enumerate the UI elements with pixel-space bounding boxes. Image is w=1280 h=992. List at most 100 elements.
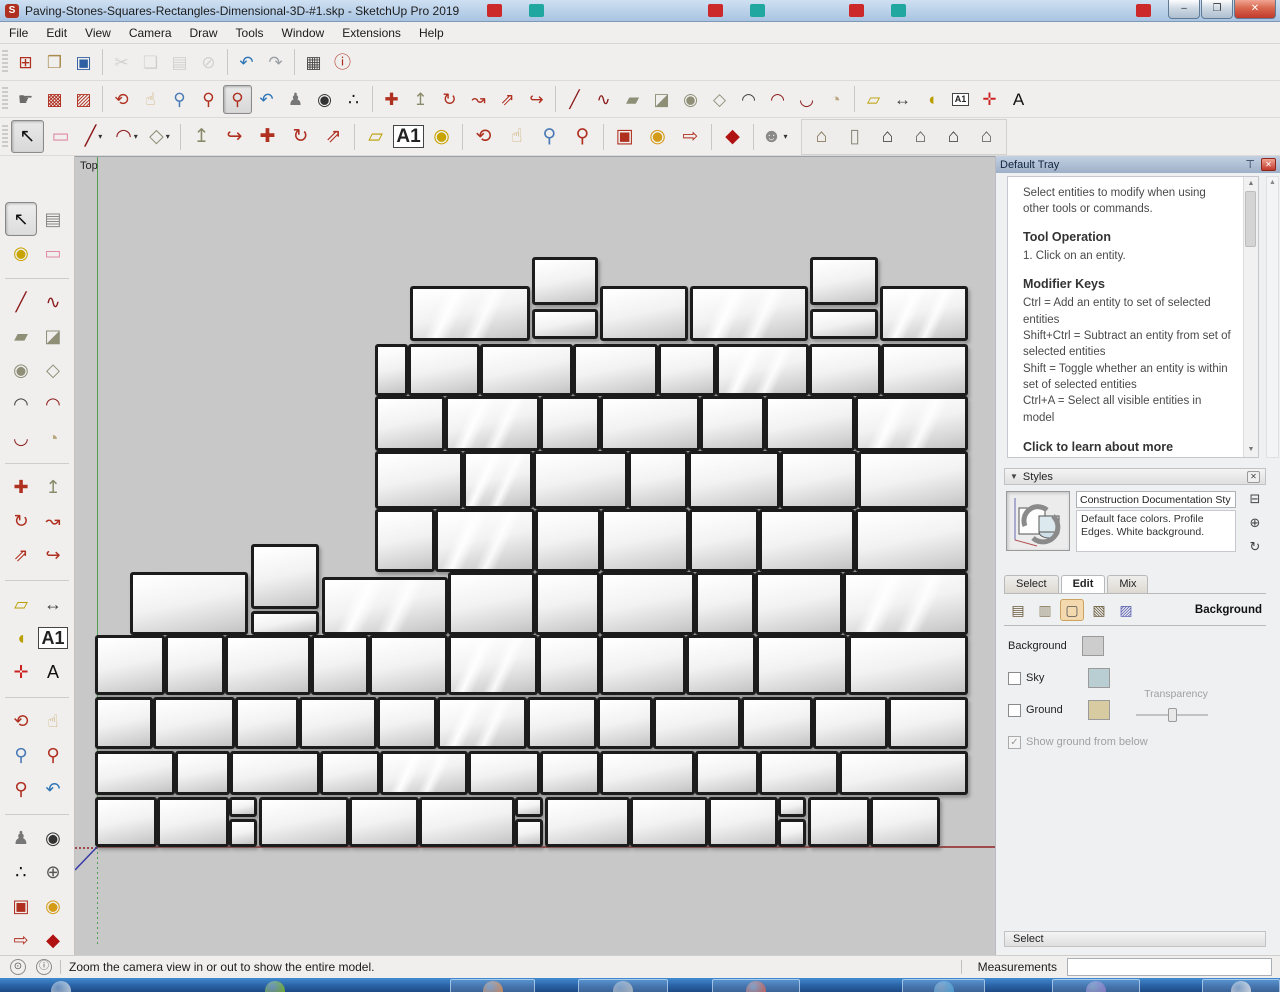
paving-stone[interactable] (535, 509, 601, 572)
paving-stone[interactable] (445, 396, 540, 451)
pin-icon[interactable]: ⊤ (1245, 158, 1255, 171)
move-button[interactable]: ✚ (377, 85, 406, 114)
ground-color-swatch[interactable] (1088, 700, 1110, 720)
circle-button[interactable]: ◉ (5, 353, 37, 387)
zoom-button[interactable]: ⚲ (5, 738, 37, 772)
look-around-button[interactable]: ◉ (37, 821, 69, 855)
dropdown-arrow-icon[interactable]: ▾ (98, 132, 102, 141)
paving-stone[interactable] (532, 257, 598, 305)
paving-stone[interactable] (880, 286, 968, 341)
axes-button[interactable]: ✛ (975, 85, 1004, 114)
house-outline-button[interactable]: ⌂ (937, 120, 970, 153)
paving-stone[interactable] (686, 635, 756, 695)
paving-stone[interactable] (175, 751, 230, 795)
paving-stone[interactable] (780, 451, 858, 509)
paving-stone[interactable] (843, 572, 968, 635)
paving-stone[interactable] (165, 635, 225, 695)
face-settings-button[interactable]: ▥ (1033, 599, 1057, 621)
shapes-button[interactable]: ◇ ▾ (143, 120, 176, 153)
show-ground-checkbox[interactable]: ✓ (1008, 735, 1021, 749)
paving-stone[interactable] (630, 797, 708, 847)
menu-window[interactable]: Window (273, 23, 334, 43)
tape-measure-button[interactable]: ▱ (359, 120, 392, 153)
paving-stone[interactable] (375, 509, 435, 572)
styles-section-header[interactable]: ▼ Styles ✕ (1004, 468, 1266, 485)
secondary-pane-toggle-icon[interactable]: ⊟ (1250, 491, 1261, 507)
dynamic-components-button[interactable]: ▩ (40, 85, 69, 114)
paving-stone[interactable] (515, 797, 543, 817)
scrollbar-thumb[interactable] (1245, 191, 1256, 247)
line-button[interactable]: ╱ ▾ (77, 120, 110, 153)
menu-edit[interactable]: Edit (37, 23, 76, 43)
paving-stone[interactable] (235, 697, 299, 749)
undo-button[interactable]: ↶ (232, 48, 261, 77)
rotated-rectangle-button[interactable]: ◪ (647, 85, 676, 114)
three-point-arc-button[interactable]: ◡ (792, 85, 821, 114)
select-pane-header[interactable]: Select (1004, 931, 1266, 947)
paving-stone[interactable] (419, 797, 515, 847)
freehand-button[interactable]: ∿ (37, 285, 69, 319)
tape-measure-button[interactable]: ▱ (5, 587, 37, 621)
paving-stone[interactable] (251, 544, 319, 609)
axes-button[interactable]: ✛ (5, 655, 37, 689)
paving-stone[interactable] (322, 577, 448, 635)
paving-stone[interactable] (410, 286, 530, 341)
erase-button[interactable]: ⊘ (194, 48, 223, 77)
paving-stone[interactable] (600, 635, 686, 695)
tray-close-icon[interactable]: ✕ (1261, 158, 1276, 171)
two-point-arc-button[interactable]: ◠ (763, 85, 792, 114)
paving-stone[interactable] (759, 751, 839, 795)
3d-warehouse-button[interactable]: ▣ (5, 889, 37, 923)
paving-stone[interactable] (95, 697, 153, 749)
tab-mix[interactable]: Mix (1107, 575, 1149, 593)
paving-stone[interactable] (848, 635, 968, 695)
line-button[interactable]: ╱ (560, 85, 589, 114)
circle-button[interactable]: ◉ (676, 85, 705, 114)
paste-button[interactable]: ▤ (165, 48, 194, 77)
paving-stone[interactable] (778, 819, 806, 847)
modeling-settings-button[interactable]: ▨ (1114, 599, 1138, 621)
measurements-input[interactable] (1067, 958, 1272, 976)
offset-button[interactable]: ↪ (218, 120, 251, 153)
paving-stone[interactable] (375, 451, 463, 509)
orbit-button[interactable]: ⟲ (107, 85, 136, 114)
paving-stone[interactable] (600, 751, 695, 795)
3d-text-button[interactable]: A (1004, 85, 1033, 114)
protractor-button[interactable]: ◖ (5, 621, 37, 655)
paving-stone[interactable] (311, 635, 369, 695)
tray-title-bar[interactable]: Default Tray ⊤ ✕ (996, 156, 1280, 173)
paving-stone[interactable] (809, 344, 881, 396)
user-account-button[interactable]: ☻ ▾ (758, 120, 791, 153)
rectangle-button[interactable]: ▰ (5, 319, 37, 353)
ground-checkbox[interactable] (1008, 703, 1021, 717)
paving-stone[interactable] (95, 635, 165, 695)
paving-stone[interactable] (759, 509, 855, 572)
menu-camera[interactable]: Camera (120, 23, 181, 43)
paving-stone[interactable] (755, 572, 843, 635)
paving-stone[interactable] (229, 797, 257, 817)
paving-stone[interactable] (628, 451, 688, 509)
scale-button[interactable]: ⇗ (493, 85, 522, 114)
paving-stone[interactable] (375, 344, 408, 396)
style-thumbnail[interactable] (1006, 491, 1070, 551)
watermark-settings-button[interactable]: ▧ (1087, 599, 1111, 621)
zoom-button[interactable]: ⚲ (165, 85, 194, 114)
sketchup-home-button[interactable]: ⌂ (805, 120, 838, 153)
open-button[interactable]: ❒ (40, 48, 69, 77)
rectangle-button[interactable]: ▰ (618, 85, 647, 114)
paving-stone[interactable] (437, 697, 527, 749)
extension-warehouse-button[interactable]: ◉ (37, 889, 69, 923)
zoom-window-button[interactable]: ⚲ (194, 85, 223, 114)
scroll-up-icon[interactable]: ▲ (1248, 179, 1255, 189)
eraser-button[interactable]: ▭ (44, 120, 77, 153)
house-wide-button[interactable]: ⌂ (970, 120, 1003, 153)
three-point-arc-button[interactable]: ◡ (5, 421, 37, 455)
paving-stone[interactable] (229, 819, 257, 847)
paving-stone[interactable] (756, 635, 848, 695)
line-button[interactable]: ╱ (5, 285, 37, 319)
update-style-icon[interactable]: ↻ (1250, 539, 1261, 555)
paving-stone[interactable] (778, 797, 806, 817)
zoom-button[interactable]: ⚲ (533, 120, 566, 153)
tape-measure-button[interactable]: ▱ (859, 85, 888, 114)
zoom-previous-button[interactable]: ↶ (252, 85, 281, 114)
